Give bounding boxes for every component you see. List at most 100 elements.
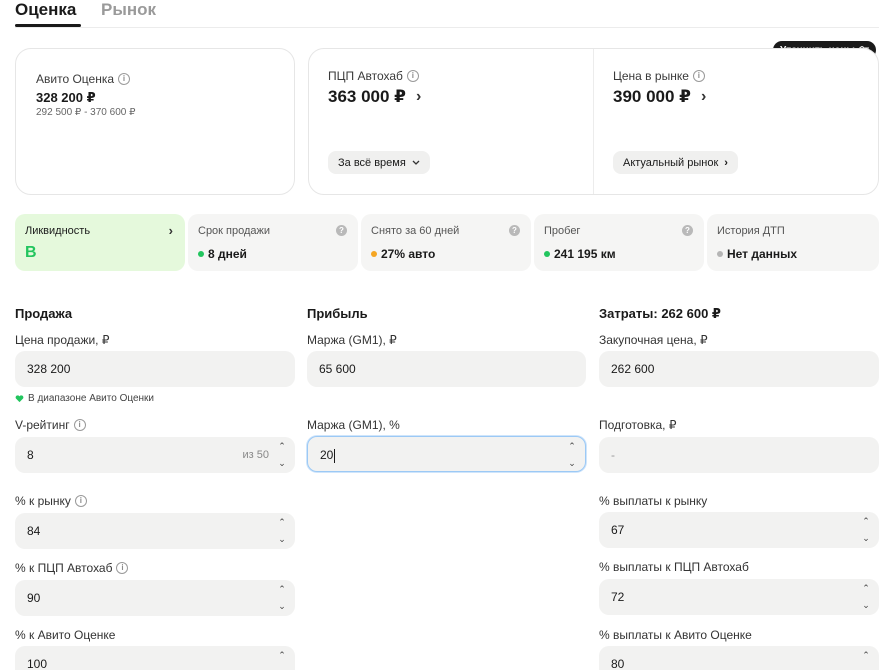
pct-avito-input[interactable]: 100 ⌃ bbox=[15, 646, 295, 670]
payout-autohub-input[interactable]: 72 ⌃ ⌄ bbox=[599, 579, 879, 615]
info-icon[interactable]: i bbox=[116, 562, 129, 574]
pct-autohub-input[interactable]: 90 ⌃ ⌄ bbox=[15, 580, 295, 616]
text-caret bbox=[334, 448, 336, 463]
price-cards-group: ПЦП Автохаб i 363 000 ₽ › За всё время Ц… bbox=[308, 48, 879, 195]
margin-rub-input[interactable]: 65 600 bbox=[307, 351, 586, 387]
payout-autohub-stepper[interactable]: ⌃ ⌄ bbox=[861, 582, 871, 612]
chevron-up-icon[interactable]: ⌃ bbox=[862, 649, 870, 662]
section-title-profit: Прибыль bbox=[307, 306, 368, 321]
chevron-down-icon[interactable]: ⌄ bbox=[278, 457, 286, 470]
market-price-label: Цена в рынке i bbox=[613, 69, 705, 83]
tab-market[interactable]: Рынок bbox=[101, 0, 156, 20]
sale-price-hint: В диапазоне Авито Оценки bbox=[15, 393, 154, 404]
chevron-down-icon[interactable]: ⌄ bbox=[862, 532, 870, 545]
margin-pct-label: Маржа (GM1), % bbox=[307, 418, 400, 432]
v-rating-label: V-рейтинг i bbox=[15, 418, 86, 432]
autohub-label: ПЦП Автохаб i bbox=[328, 69, 419, 83]
liquidity-grade: B bbox=[25, 244, 37, 261]
status-dot bbox=[198, 251, 204, 257]
chevron-down-icon[interactable]: ⌄ bbox=[862, 599, 870, 612]
section-title-sale: Продажа bbox=[15, 306, 73, 321]
pct-avito-stepper[interactable]: ⌃ bbox=[277, 649, 287, 663]
chevron-down-icon[interactable]: ⌄ bbox=[278, 600, 286, 613]
pct-market-stepper[interactable]: ⌃ ⌄ bbox=[277, 516, 287, 546]
metric-value: 8 дней bbox=[198, 247, 247, 261]
chevron-right-icon: › bbox=[724, 156, 728, 169]
market-price-value[interactable]: 390 000 ₽ › bbox=[613, 87, 706, 107]
actual-market-button[interactable]: Актуальный рынок › bbox=[613, 151, 738, 174]
heart-icon bbox=[15, 394, 24, 402]
status-dot bbox=[717, 251, 723, 257]
info-icon[interactable]: i bbox=[406, 70, 419, 82]
question-icon[interactable]: ? bbox=[509, 225, 520, 236]
chevron-up-icon[interactable]: ⌃ bbox=[862, 582, 870, 595]
chevron-up-icon[interactable]: ⌃ bbox=[278, 516, 286, 529]
card-divider bbox=[593, 49, 594, 194]
chevron-right-icon: › bbox=[416, 88, 422, 105]
status-dot bbox=[544, 251, 550, 257]
chevron-down-icon[interactable]: ⌄ bbox=[568, 457, 576, 470]
metric-accident-history: История ДТП Нет данных bbox=[707, 214, 879, 271]
avito-valuation-range: 292 500 ₽ - 370 600 ₽ bbox=[36, 107, 136, 118]
margin-rub-label: Маржа (GM1), ₽ bbox=[307, 333, 397, 347]
tab-evaluation[interactable]: Оценка bbox=[15, 0, 76, 20]
sale-price-input[interactable]: 328 200 bbox=[15, 351, 295, 387]
avito-valuation-label: Авито Оценка i bbox=[36, 72, 131, 86]
v-rating-input[interactable]: 8 из 50 ⌃ ⌄ bbox=[15, 437, 295, 473]
margin-pct-input[interactable]: 20 ⌃ ⌄ bbox=[307, 436, 586, 472]
question-icon[interactable]: ? bbox=[682, 225, 693, 236]
payout-avito-label: % выплаты к Авито Оценке bbox=[599, 628, 752, 642]
metric-label: История ДТП bbox=[717, 225, 785, 237]
pct-market-label: % к рынку i bbox=[15, 494, 87, 508]
chevron-right-icon: › bbox=[701, 88, 707, 105]
margin-pct-stepper[interactable]: ⌃ ⌄ bbox=[567, 440, 577, 470]
pct-autohub-label: % к ПЦП Автохаб i bbox=[15, 561, 129, 575]
metric-label: Снято за 60 дней bbox=[371, 225, 460, 237]
payout-avito-input[interactable]: 80 ⌃ bbox=[599, 646, 879, 670]
metric-value: 241 195 км bbox=[544, 247, 616, 261]
question-icon[interactable]: ? bbox=[336, 225, 347, 236]
purchase-price-label: Закупочная цена, ₽ bbox=[599, 333, 708, 347]
payout-avito-stepper[interactable]: ⌃ bbox=[861, 649, 871, 663]
chevron-down-icon bbox=[412, 160, 420, 165]
pct-market-input[interactable]: 84 ⌃ ⌄ bbox=[15, 513, 295, 549]
pct-autohub-stepper[interactable]: ⌃ ⌄ bbox=[277, 583, 287, 613]
payout-market-label: % выплаты к рынку bbox=[599, 494, 708, 508]
chevron-up-icon[interactable]: ⌃ bbox=[278, 649, 286, 662]
metric-liquidity[interactable]: Ликвидность › B bbox=[15, 214, 185, 271]
v-rating-suffix: из 50 bbox=[242, 449, 269, 461]
info-icon[interactable]: i bbox=[118, 73, 131, 85]
chevron-up-icon[interactable]: ⌃ bbox=[568, 440, 576, 453]
info-icon[interactable]: i bbox=[74, 495, 87, 507]
tab-bar: Оценка Рынок bbox=[15, 0, 879, 28]
metric-value: 27% авто bbox=[371, 247, 435, 261]
metric-removed-60-days: Снято за 60 дней ? 27% авто bbox=[361, 214, 531, 271]
chevron-right-icon: › bbox=[168, 223, 173, 238]
chevron-up-icon[interactable]: ⌃ bbox=[278, 583, 286, 596]
chevron-up-icon[interactable]: ⌃ bbox=[278, 440, 286, 453]
info-icon[interactable]: i bbox=[692, 70, 705, 82]
avito-valuation-value: 328 200 ₽ bbox=[36, 90, 96, 105]
all-time-button[interactable]: За всё время bbox=[328, 151, 430, 174]
chevron-down-icon[interactable]: ⌄ bbox=[278, 533, 286, 546]
metric-label: Пробег bbox=[544, 225, 581, 237]
metric-sale-time: Срок продажи ? 8 дней bbox=[188, 214, 358, 271]
active-tab-indicator bbox=[15, 24, 81, 27]
section-title-costs: Затраты: 262 600 ₽ bbox=[599, 306, 721, 321]
metric-label: Срок продажи bbox=[198, 225, 271, 237]
avito-valuation-card: Авито Оценка i 328 200 ₽ 292 500 ₽ - 370… bbox=[15, 48, 295, 195]
purchase-price-input[interactable]: 262 600 bbox=[599, 351, 879, 387]
preparation-input[interactable]: - bbox=[599, 437, 879, 473]
payout-autohub-label: % выплаты к ПЦП Автохаб bbox=[599, 560, 749, 574]
payout-market-stepper[interactable]: ⌃ ⌄ bbox=[861, 515, 871, 545]
info-icon[interactable]: i bbox=[73, 419, 86, 431]
payout-market-input[interactable]: 67 ⌃ ⌄ bbox=[599, 512, 879, 548]
chevron-up-icon[interactable]: ⌃ bbox=[862, 515, 870, 528]
autohub-value[interactable]: 363 000 ₽ › bbox=[328, 87, 421, 107]
preparation-label: Подготовка, ₽ bbox=[599, 418, 677, 432]
sale-price-label: Цена продажи, ₽ bbox=[15, 333, 110, 347]
v-rating-stepper[interactable]: ⌃ ⌄ bbox=[277, 440, 287, 470]
metric-value: Нет данных bbox=[717, 247, 797, 261]
status-dot bbox=[371, 251, 377, 257]
metric-label: Ликвидность bbox=[25, 225, 91, 237]
